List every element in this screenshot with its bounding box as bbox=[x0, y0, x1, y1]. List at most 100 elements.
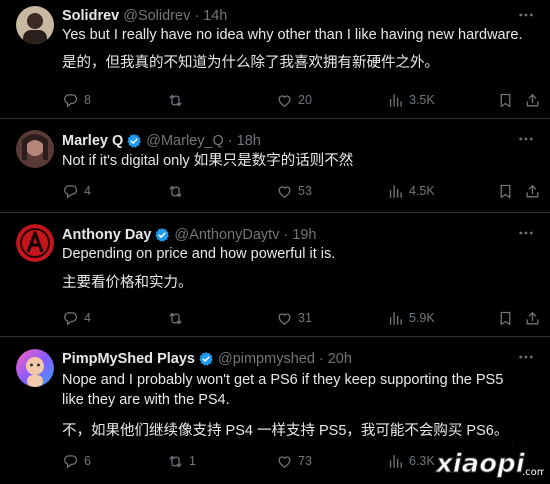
views-icon bbox=[387, 453, 404, 470]
reply-count: 8 bbox=[84, 93, 91, 107]
view-count: 5.9K bbox=[409, 311, 435, 325]
more-icon[interactable] bbox=[516, 129, 536, 149]
view-count: 3.5K bbox=[409, 93, 435, 107]
view-count: 6.3K bbox=[409, 454, 435, 468]
more-icon[interactable] bbox=[516, 347, 536, 367]
avatar[interactable] bbox=[16, 130, 54, 168]
bookmark-icon bbox=[497, 92, 514, 109]
reply-button[interactable]: 8 bbox=[62, 92, 91, 109]
tweet-text: Yes but I really have no idea why other … bbox=[62, 25, 534, 73]
tweet[interactable]: Solidrev @Solidrev · 14h Yes but I reall… bbox=[0, 0, 550, 119]
reply-icon bbox=[62, 92, 79, 109]
more-icon[interactable] bbox=[516, 5, 536, 25]
heart-icon bbox=[276, 310, 293, 327]
tweet-time[interactable]: 18h bbox=[237, 133, 261, 149]
reply-button[interactable]: 4 bbox=[62, 310, 91, 327]
author-handle[interactable]: @pimpmyshed bbox=[218, 351, 315, 367]
tweet-time[interactable]: 20h bbox=[328, 351, 352, 367]
tweet-header: Anthony Day @AnthonyDaytv · 19h bbox=[62, 225, 316, 245]
author-name[interactable]: Anthony Day bbox=[62, 227, 151, 243]
repost-button[interactable] bbox=[167, 183, 189, 200]
verified-badge-icon bbox=[154, 227, 170, 243]
reply-button[interactable]: 6 bbox=[62, 453, 91, 470]
author-name[interactable]: PimpMyShed Plays bbox=[62, 351, 195, 367]
tweet-header: Solidrev @Solidrev · 14h bbox=[62, 6, 227, 26]
share-button[interactable] bbox=[524, 183, 541, 200]
tweet-header: Marley Q @Marley_Q · 18h bbox=[62, 131, 261, 151]
like-button[interactable]: 31 bbox=[276, 310, 312, 327]
share-button[interactable] bbox=[524, 92, 541, 109]
view-count: 4.5K bbox=[409, 184, 435, 198]
author-name[interactable]: Marley Q bbox=[62, 133, 123, 149]
tweet-text-line: Yes but I really have no idea why other … bbox=[62, 27, 523, 43]
tweet[interactable]: Anthony Day @AnthonyDaytv · 19h Dependin… bbox=[0, 213, 550, 337]
views-button[interactable]: 5.9K bbox=[387, 310, 435, 327]
views-button[interactable]: 3.5K bbox=[387, 92, 435, 109]
like-count: 20 bbox=[298, 93, 312, 107]
author-handle[interactable]: @Marley_Q bbox=[146, 133, 224, 149]
more-icon[interactable] bbox=[516, 223, 536, 243]
watermark-logo: 小皮 xiaopi .com bbox=[434, 435, 547, 480]
repost-button[interactable] bbox=[167, 92, 189, 109]
reply-icon bbox=[62, 310, 79, 327]
verified-badge-icon bbox=[198, 351, 214, 367]
tweet-time[interactable]: 19h bbox=[292, 227, 316, 243]
like-button[interactable]: 20 bbox=[276, 92, 312, 109]
tweet-text-line: Nope and I probably won't get a PS6 if t… bbox=[62, 372, 504, 408]
heart-icon bbox=[276, 92, 293, 109]
tweet-text: Depending on price and how powerful it i… bbox=[62, 244, 534, 293]
tweet-time[interactable]: 14h bbox=[203, 8, 227, 24]
tweet-text-line: 是的，但我真的不知道为什么除了我喜欢拥有新硬件之外。 bbox=[62, 55, 439, 71]
author-handle[interactable]: @AnthonyDaytv bbox=[174, 227, 279, 243]
views-icon bbox=[387, 310, 404, 327]
repost-button[interactable]: 1 bbox=[167, 453, 196, 470]
reply-icon bbox=[62, 183, 79, 200]
like-count: 53 bbox=[298, 184, 312, 198]
tweet-text-line: Depending on price and how powerful it i… bbox=[62, 246, 336, 262]
share-icon bbox=[524, 92, 541, 109]
reply-count: 4 bbox=[84, 311, 91, 325]
like-count: 31 bbox=[298, 311, 312, 325]
repost-button[interactable] bbox=[167, 310, 189, 327]
verified-badge-icon bbox=[126, 133, 142, 149]
like-button[interactable]: 73 bbox=[276, 453, 312, 470]
repost-icon bbox=[167, 183, 184, 200]
heart-icon bbox=[276, 183, 293, 200]
reply-icon bbox=[62, 453, 79, 470]
bookmark-button[interactable] bbox=[497, 183, 514, 200]
share-button[interactable] bbox=[524, 310, 541, 327]
like-button[interactable]: 53 bbox=[276, 183, 312, 200]
tweet-actions: 4 31 5.9K bbox=[62, 309, 532, 327]
reply-button[interactable]: 4 bbox=[62, 183, 91, 200]
separator-dot: · bbox=[194, 8, 200, 24]
author-name[interactable]: Solidrev bbox=[62, 8, 119, 24]
reply-count: 6 bbox=[84, 454, 91, 468]
share-icon bbox=[524, 183, 541, 200]
avatar[interactable] bbox=[16, 6, 54, 44]
views-icon bbox=[387, 92, 404, 109]
tweet-text-line: Not if it's digital only 如果只是数字的话则不然 bbox=[62, 153, 354, 169]
bookmark-icon bbox=[497, 310, 514, 327]
views-button[interactable]: 4.5K bbox=[387, 183, 435, 200]
watermark-main: xiaopi bbox=[434, 449, 526, 479]
bookmark-button[interactable] bbox=[497, 310, 514, 327]
share-icon bbox=[524, 310, 541, 327]
like-count: 73 bbox=[298, 454, 312, 468]
tweet-actions: 8 20 3.5K bbox=[62, 91, 532, 109]
repost-icon bbox=[167, 92, 184, 109]
views-button[interactable]: 6.3K bbox=[387, 453, 435, 470]
avatar[interactable] bbox=[16, 349, 54, 387]
tweet-actions: 6 1 73 6.3K bbox=[62, 452, 435, 470]
separator-dot: · bbox=[318, 351, 324, 367]
tweet-text-line: 主要看价格和实力。 bbox=[62, 275, 193, 291]
tweet-actions: 4 53 4.5K bbox=[62, 182, 532, 200]
tweet[interactable]: Marley Q @Marley_Q · 18h Not if it's dig… bbox=[0, 119, 550, 213]
tweet-text: Not if it's digital only 如果只是数字的话则不然 bbox=[62, 151, 534, 171]
author-handle[interactable]: @Solidrev bbox=[123, 8, 190, 24]
tweet-text: Nope and I probably won't get a PS6 if t… bbox=[62, 370, 528, 441]
watermark-suffix: .com bbox=[522, 467, 544, 478]
separator-dot: · bbox=[283, 227, 289, 243]
heart-icon bbox=[276, 453, 293, 470]
avatar[interactable] bbox=[16, 224, 54, 262]
bookmark-button[interactable] bbox=[497, 92, 514, 109]
